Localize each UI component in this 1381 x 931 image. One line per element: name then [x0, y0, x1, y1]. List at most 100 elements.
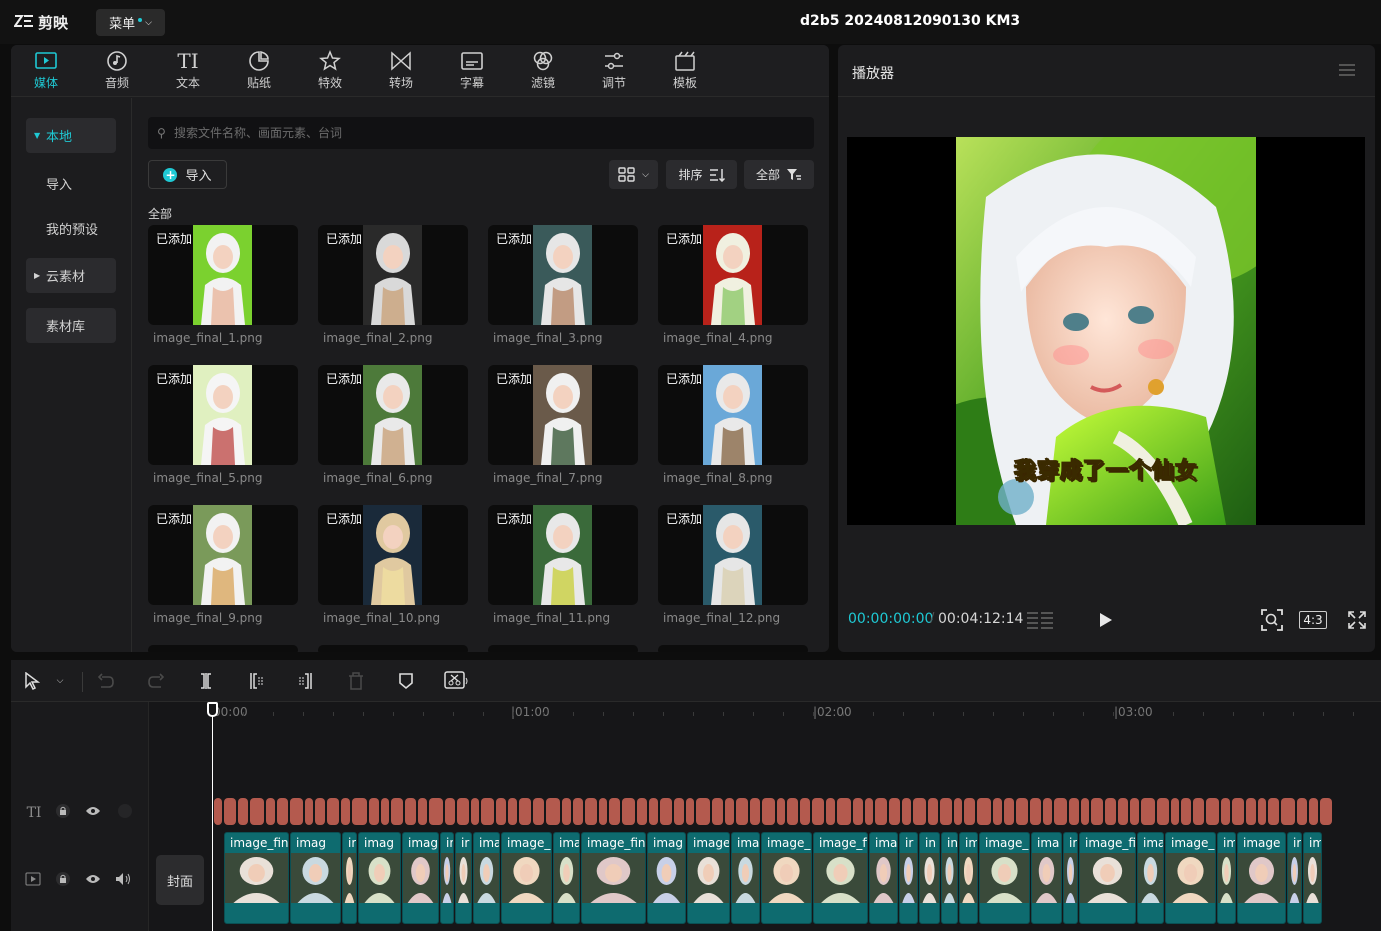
cover-button[interactable]: 封面 [156, 855, 204, 905]
tab-text[interactable]: TI 文本 [158, 49, 218, 95]
text-segment[interactable] [777, 798, 785, 825]
text-segment[interactable] [546, 798, 560, 825]
text-segment[interactable] [1030, 798, 1041, 825]
video-clip[interactable]: in [941, 832, 958, 924]
video-clip[interactable]: ir [899, 832, 918, 924]
text-segment[interactable] [562, 798, 571, 825]
text-segment[interactable] [508, 798, 517, 825]
text-segment[interactable] [622, 798, 635, 825]
video-clip[interactable]: imag [869, 832, 898, 924]
text-segment[interactable] [1141, 798, 1155, 825]
text-segment[interactable] [1232, 798, 1244, 825]
text-segment[interactable] [1118, 798, 1128, 825]
tab-filter[interactable]: 滤镜 [513, 49, 573, 95]
text-segment[interactable] [750, 798, 760, 825]
tab-sticker[interactable]: 贴纸 [229, 49, 289, 95]
video-clip[interactable]: image_fina [581, 832, 646, 924]
text-segment[interactable] [573, 798, 583, 825]
video-clip[interactable]: ima [1031, 832, 1062, 924]
tab-audio[interactable]: 音频 [87, 49, 147, 95]
text-segment[interactable] [305, 798, 313, 825]
text-segment[interactable] [224, 798, 236, 825]
side-nav-import[interactable]: 导入 [26, 166, 116, 201]
text-segment[interactable] [1130, 798, 1139, 825]
text-segment[interactable] [405, 798, 416, 825]
video-clip[interactable]: ima [473, 832, 500, 924]
text-segment[interactable] [940, 798, 952, 825]
split-icon[interactable] [195, 670, 217, 692]
text-segment[interactable] [637, 798, 647, 825]
text-segment[interactable] [519, 798, 531, 825]
video-clip[interactable]: imag [290, 832, 341, 924]
text-segment[interactable] [418, 798, 427, 825]
text-segment[interactable] [381, 798, 389, 825]
media-card[interactable]: 已添加 [488, 505, 638, 605]
text-segment[interactable] [1004, 798, 1014, 825]
text-segment[interactable] [315, 798, 325, 825]
text-segment[interactable] [609, 798, 620, 825]
text-segment[interactable] [696, 798, 710, 825]
video-clip[interactable]: imag [731, 832, 760, 924]
timeline-grid-icon[interactable] [1026, 611, 1054, 629]
redo-icon[interactable] [145, 670, 167, 692]
filter-button[interactable]: 全部 [744, 160, 814, 189]
text-segment[interactable] [445, 798, 455, 825]
tab-template[interactable]: 模板 [655, 49, 715, 95]
text-segment[interactable] [1069, 798, 1079, 825]
media-card[interactable]: 已添加 [658, 225, 808, 325]
side-nav-cloud[interactable]: ▶ 云素材 [26, 258, 116, 293]
video-clip[interactable]: image_fi [813, 832, 868, 924]
media-card[interactable]: 已添加 [488, 225, 638, 325]
media-card[interactable]: 已添加 [658, 505, 808, 605]
video-clip[interactable]: image_ [501, 832, 552, 924]
text-segment[interactable] [341, 798, 350, 825]
side-nav-library[interactable]: 素材库 [26, 308, 116, 343]
video-clip[interactable]: im [440, 832, 454, 924]
text-segment[interactable] [954, 798, 962, 825]
text-segment[interactable] [928, 798, 938, 825]
video-clip[interactable]: im [959, 832, 978, 924]
video-clip[interactable]: image_fin [224, 832, 289, 924]
video-clip[interactable]: image_ [979, 832, 1030, 924]
video-clip[interactable]: image [687, 832, 730, 924]
text-segment[interactable] [902, 798, 911, 825]
video-clip[interactable]: image_ [1165, 832, 1216, 924]
playhead-handle[interactable] [207, 702, 218, 717]
video-clip[interactable]: imag [358, 832, 401, 924]
video-clip[interactable]: ir [455, 832, 472, 924]
text-segment[interactable] [1081, 798, 1089, 825]
text-track[interactable] [214, 798, 1381, 825]
text-segment[interactable] [660, 798, 672, 825]
media-card[interactable]: 已添加 [318, 505, 468, 605]
text-segment[interactable] [250, 798, 264, 825]
text-segment[interactable] [1105, 798, 1116, 825]
video-track[interactable]: image_finimagirimagimagimirimaimage_imai… [224, 832, 1381, 924]
video-clip[interactable]: im [1303, 832, 1322, 924]
video-clip[interactable]: image_ [761, 832, 812, 924]
text-segment[interactable] [496, 798, 506, 825]
eye-icon[interactable] [82, 800, 104, 822]
search-input[interactable]: ⚲ 搜索文件名称、画面元素、台词 [148, 117, 814, 149]
text-segment[interactable] [977, 798, 991, 825]
text-segment[interactable] [1171, 798, 1179, 825]
media-card[interactable]: 已添加 [658, 365, 808, 465]
text-segment[interactable] [238, 798, 248, 825]
text-segment[interactable] [674, 798, 684, 825]
text-segment[interactable] [1054, 798, 1067, 825]
text-segment[interactable] [599, 798, 607, 825]
text-segment[interactable] [1193, 798, 1204, 825]
media-card-partial[interactable] [318, 645, 468, 652]
fullscreen-icon[interactable] [1346, 609, 1368, 631]
side-nav-local[interactable]: ▼ 本地 [26, 118, 116, 153]
text-segment[interactable] [853, 798, 863, 825]
text-segment[interactable] [290, 798, 303, 825]
video-clip[interactable]: ima [553, 832, 580, 924]
text-segment[interactable] [875, 798, 887, 825]
text-segment[interactable] [1297, 798, 1307, 825]
video-clip[interactable]: im [1217, 832, 1236, 924]
text-segment[interactable] [352, 798, 367, 825]
video-clip[interactable]: imag [402, 832, 439, 924]
text-segment[interactable] [391, 798, 403, 825]
video-clip[interactable]: imag [647, 832, 686, 924]
text-segment[interactable] [1268, 798, 1279, 825]
